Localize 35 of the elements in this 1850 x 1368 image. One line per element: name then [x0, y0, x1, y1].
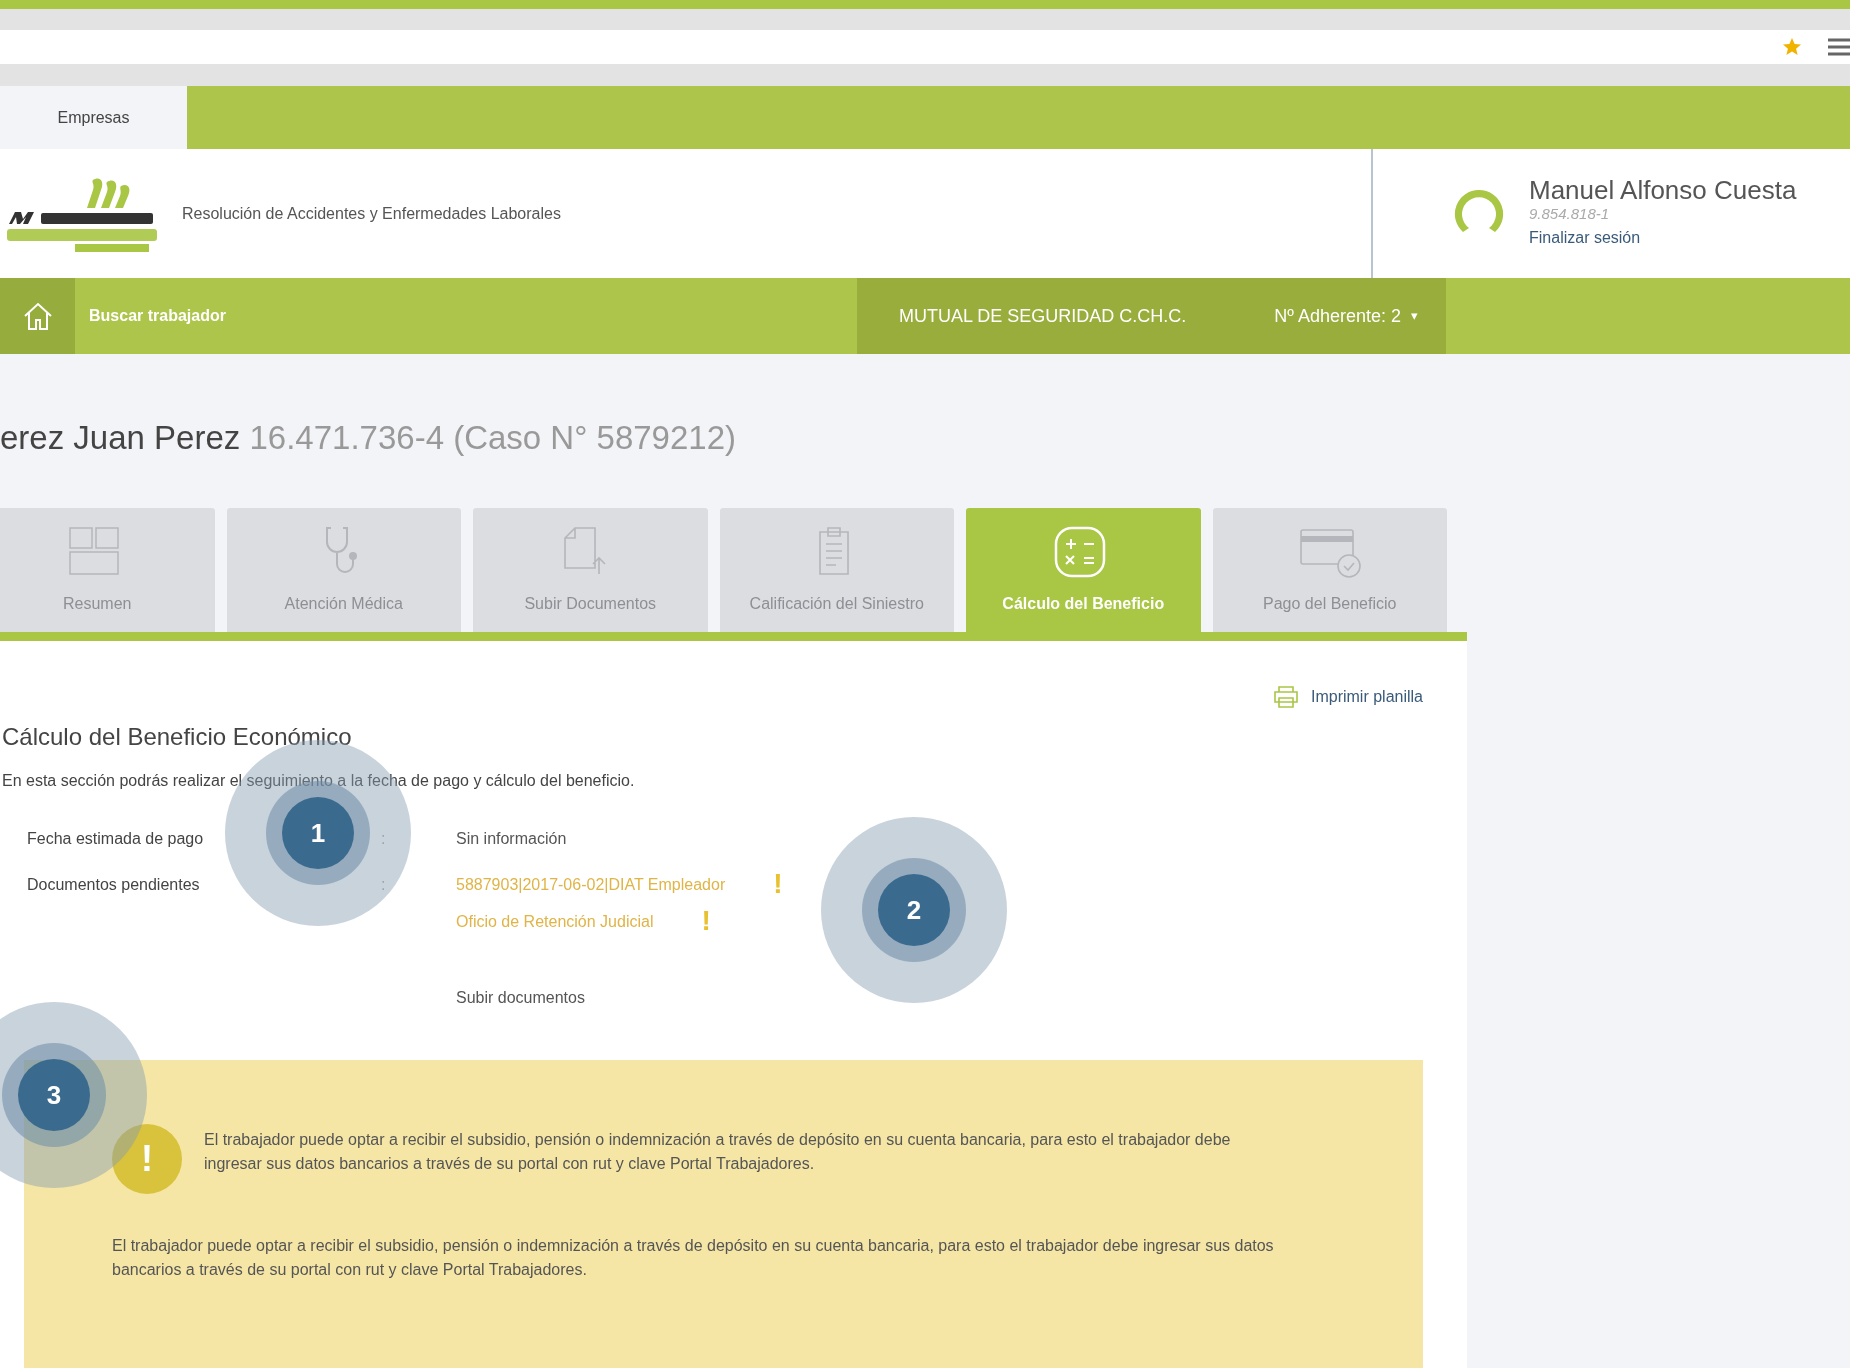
alert-note: El trabajador puede optar a recibir el subsidio, pensión o indemnización a través de depósito en su cuenta bancaria, para esto el trabajador debe ingresar sus datos bancarios a través de su portal con rut y clave Portal Trabajadores. [112, 1235, 1275, 1281]
section-description: En esta sección podrás realizar el seguimiento a la fecha de pago y cálculo del beneficio. [2, 770, 636, 791]
upload-documents-link[interactable]: Subir documentos [456, 985, 585, 1010]
alert-text: El trabajador puede optar a recibir el subsidio, pensión o indemnización a través de depósito en su cuenta bancaria, para esto el trabajador debe ingresar sus datos bancarios a través de su portal con rut y clave Portal Trabajadores. [204, 1129, 1232, 1175]
pending-document: Oficio de Retención Judicial [456, 911, 654, 932]
company-name: MUTUAL DE SEGURIDAD C.CH.C. [899, 304, 1187, 328]
warning-mark: ! [773, 873, 783, 896]
annotation-marker: 2 [821, 817, 1007, 1003]
field-value: Sin información [456, 828, 567, 849]
site-subtitle: Resolución de Accidentes y Enfermedades Laborales [182, 203, 561, 224]
section-title: Cálculo del Beneficio Económico [2, 721, 353, 752]
step-tab[interactable]: Pago del Beneficio [1212, 507, 1447, 632]
field-label: Fecha estimada de pago [27, 829, 204, 847]
field-label: Documentos pendientes [27, 875, 200, 893]
separator: : [381, 828, 387, 849]
case-title: erez Juan Perez 16.471.736-4 (Caso N° 5879212) [0, 418, 737, 458]
step-tab[interactable]: Subir Documentos [473, 507, 708, 632]
user-name: Manuel Alfonso Cuesta [1529, 177, 1797, 204]
search-worker-link[interactable]: Buscar trabajador [89, 304, 226, 328]
warning-mark: ! [701, 910, 711, 933]
step-tab[interactable]: Calificación del Siniestro [719, 507, 954, 632]
separator: : [381, 874, 387, 895]
logout-link[interactable]: Finalizar sesión [1529, 228, 1641, 246]
home-button[interactable] [0, 278, 75, 354]
user-id: 9.854.818-1 [1529, 204, 1611, 225]
top-tab[interactable]: Empresas [0, 86, 187, 149]
adherent-dropdown[interactable]: Nº Adherente: 2 ▾ [1274, 302, 1419, 330]
star-icon[interactable] [1782, 37, 1802, 57]
step-tab[interactable]: Resumen [0, 507, 215, 632]
step-tab[interactable]: Cálculo del Beneficio [966, 507, 1201, 632]
step-tab[interactable]: Atención Médica [226, 507, 461, 632]
pending-document: 5887903|2017-06-02|DIAT Empleador [456, 874, 726, 895]
menu-icon[interactable] [1828, 38, 1850, 56]
print-link[interactable]: Imprimir planilla [1272, 684, 1423, 709]
printer-icon [1272, 685, 1299, 708]
